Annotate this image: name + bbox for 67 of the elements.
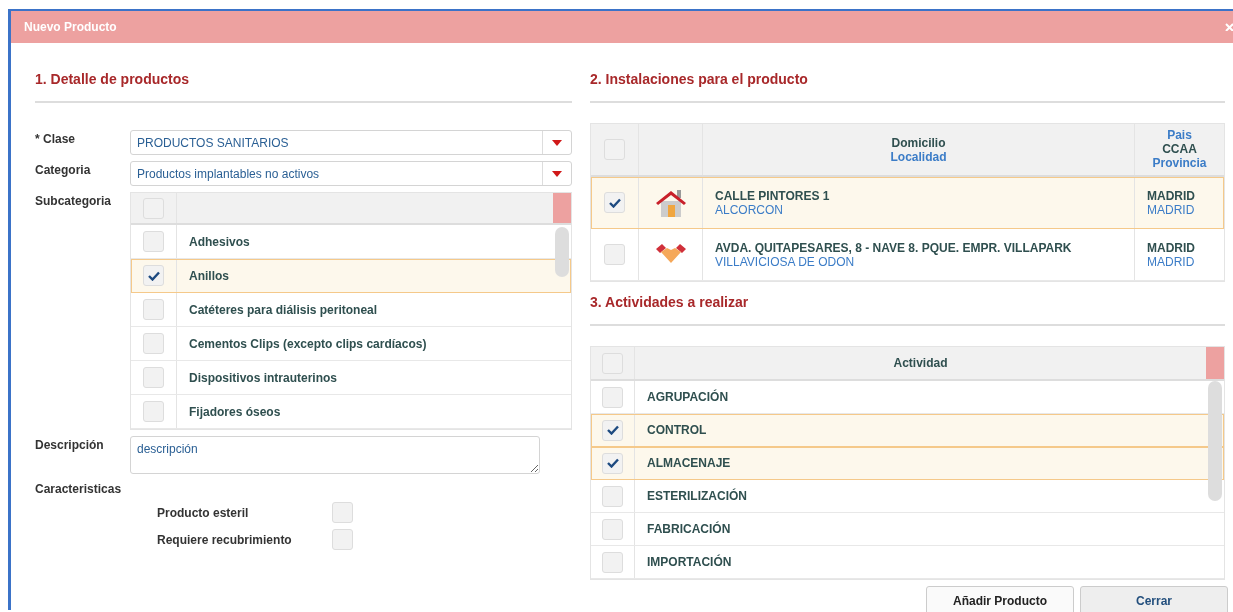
checkbox[interactable] [143, 231, 164, 252]
option-label: Requiere recubrimiento [157, 532, 293, 547]
field-label: Categoria [35, 162, 92, 179]
column-header: Pais [1166, 128, 1193, 142]
scrollbar-thumb[interactable] [1208, 381, 1222, 501]
window-title: Nuevo Producto [24, 20, 117, 34]
description-field[interactable]: descripción [130, 436, 540, 474]
checkbox[interactable] [143, 367, 164, 388]
checkbox[interactable] [602, 419, 623, 441]
province-text: MADRID [1147, 255, 1196, 269]
activity-item[interactable]: FABRICACIÓN [635, 522, 1206, 536]
checkbox[interactable] [602, 518, 623, 540]
section-heading: 1. Detalle de productos [35, 43, 572, 103]
checkbox[interactable] [332, 529, 353, 550]
locality-text: VILLAVICIOSA DE ODON [715, 254, 856, 269]
column-header: Domicilio [890, 135, 947, 150]
address-text: AVDA. QUITAPESARES, 8 - NAVE 8. PQUE. EMPR. VILLAPARK [715, 240, 1073, 255]
category-dropdown[interactable]: Productos implantables no activos [130, 161, 572, 186]
activity-item[interactable]: ESTERILIZACIÓN [635, 489, 1206, 503]
house-icon [654, 187, 687, 218]
region-text: MADRID [1147, 241, 1196, 255]
activity-item[interactable]: IMPORTACIÓN [635, 555, 1206, 569]
field-label: * Clase [35, 131, 77, 148]
field-label: Subcategoria [35, 193, 113, 210]
checkbox[interactable] [602, 485, 623, 507]
column-header: Localidad [889, 149, 948, 164]
checkbox[interactable] [602, 452, 623, 474]
checkbox[interactable] [602, 386, 623, 408]
header-marker [1206, 347, 1224, 379]
checkbox[interactable] [332, 502, 353, 523]
subcategory-item[interactable]: Fijadores óseos [177, 404, 553, 419]
scrollbar-thumb[interactable] [555, 227, 569, 277]
subcategory-item[interactable]: Catéteres para diálisis peritoneal [177, 302, 553, 317]
field-label: Caracteristicas [35, 481, 123, 496]
caret-icon [552, 139, 562, 146]
column-header: CCAA [1161, 142, 1198, 156]
section-heading: 2. Instalaciones para el producto [590, 43, 1225, 103]
checkmark-icon [606, 425, 619, 435]
caret-icon [552, 170, 562, 177]
checkbox[interactable] [604, 192, 625, 213]
activity-item[interactable]: AGRUPACIÓN [635, 390, 1206, 404]
checkbox[interactable] [143, 299, 164, 320]
checkbox[interactable] [143, 333, 164, 354]
section-heading: 3. Actividades a realizar [590, 282, 1225, 326]
checkmark-icon [606, 458, 619, 468]
close-button[interactable]: Cerrar [1080, 586, 1228, 612]
subcategory-item[interactable]: Cementos Clips (excepto clips cardíacos) [177, 336, 553, 351]
locality-text: ALCORCON [715, 202, 784, 217]
province-text: MADRID [1147, 203, 1196, 217]
checkmark-icon [608, 197, 621, 208]
field-label: Descripción [35, 437, 105, 454]
checkbox[interactable] [602, 551, 623, 573]
checkbox[interactable] [143, 265, 164, 286]
checkbox[interactable] [143, 401, 164, 422]
option-label: Producto esteril [157, 505, 250, 520]
subcategory-item[interactable]: Adhesivos [177, 234, 553, 249]
add-product-button[interactable]: Añadir Producto [926, 586, 1074, 612]
checkmark-icon [147, 270, 160, 281]
checkbox[interactable] [604, 244, 625, 265]
close-icon[interactable] [1225, 23, 1233, 31]
region-text: MADRID [1147, 189, 1196, 203]
address-text: CALLE PINTORES 1 [715, 188, 831, 203]
subcategory-item[interactable]: Dispositivos intrauterinos [177, 370, 553, 385]
header-marker [553, 193, 571, 223]
column-header: Actividad [892, 356, 949, 370]
class-dropdown[interactable]: PRODUCTOS SANITARIOS [130, 130, 572, 155]
column-header: Provincia [1151, 156, 1208, 170]
